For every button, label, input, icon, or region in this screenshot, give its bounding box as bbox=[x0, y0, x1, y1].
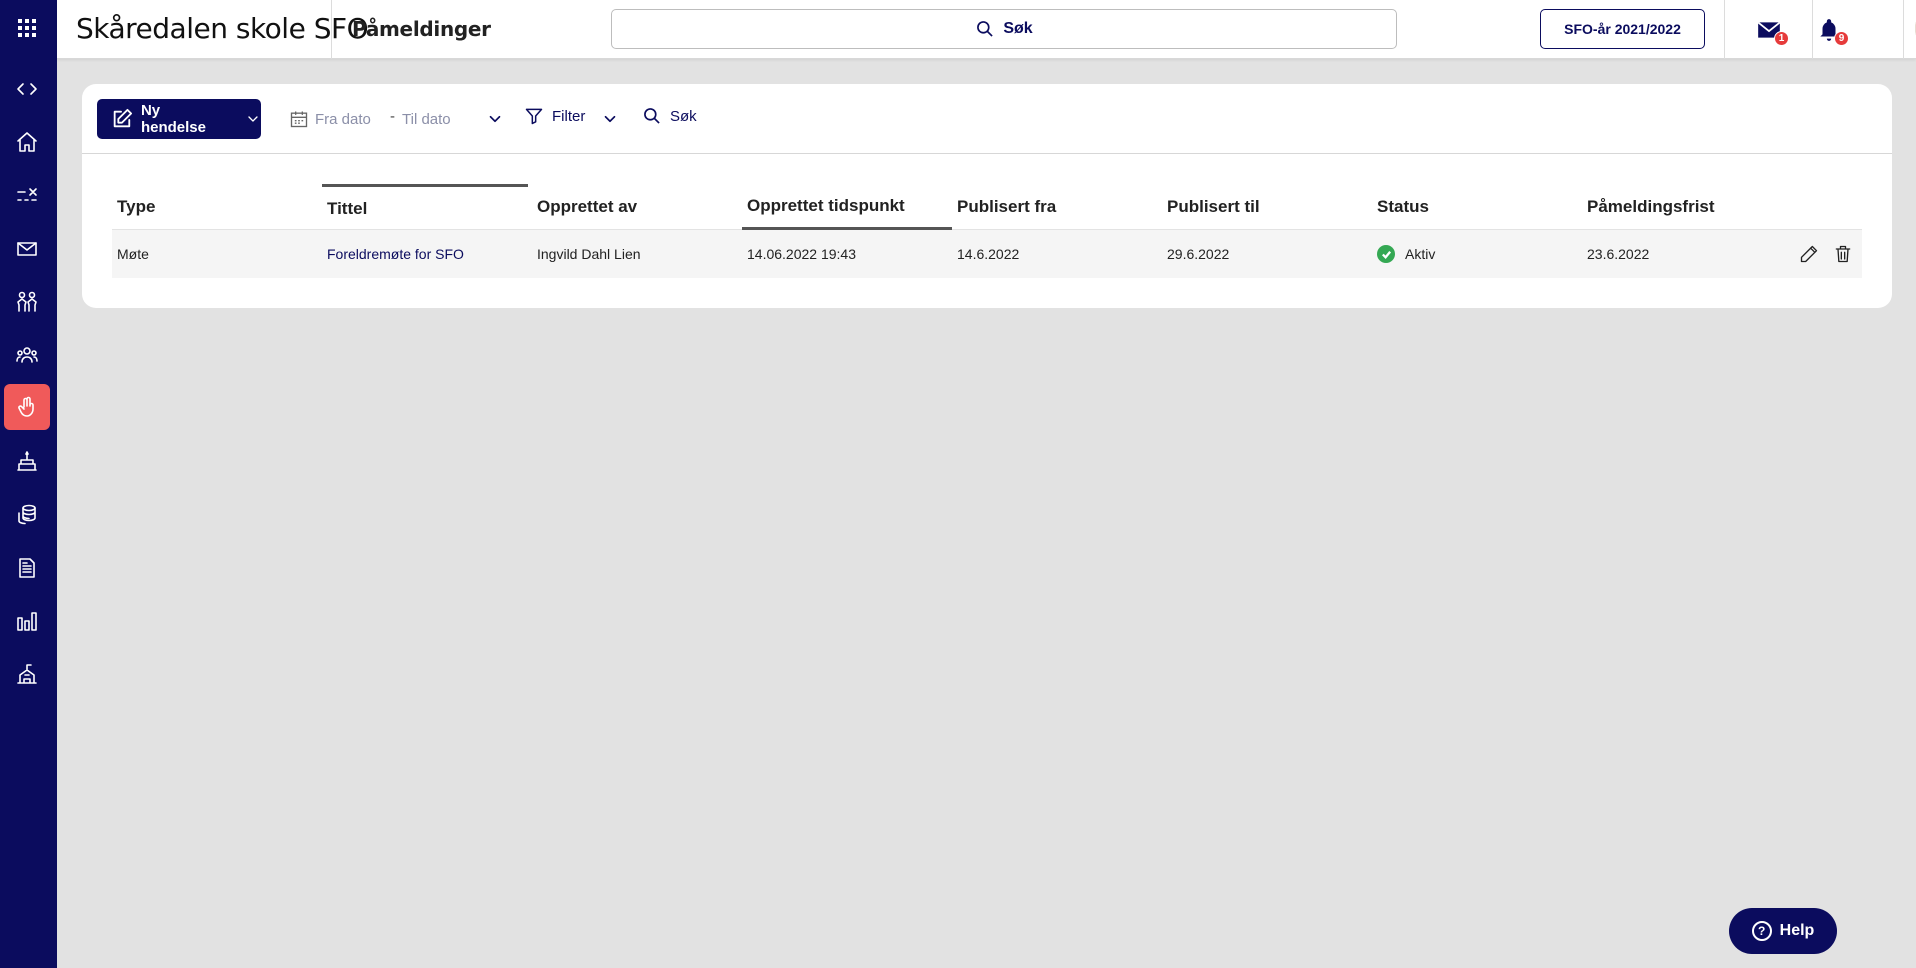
column-header-published-from[interactable]: Publisert fra bbox=[952, 184, 1157, 230]
sidebar-item-reports[interactable] bbox=[4, 598, 50, 644]
sidebar-item-school[interactable] bbox=[4, 651, 50, 697]
search-icon bbox=[644, 108, 660, 124]
notifications-badge: 9 bbox=[1834, 31, 1849, 46]
table-row[interactable]: Møte Foreldremøte for SFO Ingvild Dahl L… bbox=[112, 230, 1862, 278]
column-header-created-at[interactable]: Opprettet tidspunkt bbox=[742, 184, 952, 230]
bar-chart-icon bbox=[17, 612, 37, 631]
top-header: Skåredalen skole SFO Påmeldinger Søk SFO… bbox=[57, 0, 1916, 59]
column-header-created-by[interactable]: Opprettet av bbox=[532, 184, 737, 230]
header-divider bbox=[1903, 0, 1904, 59]
cell-published-to: 29.6.2022 bbox=[1167, 246, 1230, 262]
sidebar-item-groups[interactable] bbox=[4, 332, 50, 378]
column-header-published-to[interactable]: Publisert til bbox=[1162, 184, 1367, 230]
column-header-type[interactable]: Type bbox=[112, 184, 317, 230]
calendar-icon bbox=[289, 109, 309, 129]
messages-badge: 1 bbox=[1774, 31, 1789, 46]
table-header-row: Type Tittel Opprettet av Opprettet tidsp… bbox=[112, 184, 1862, 230]
filter-button[interactable]: Filter bbox=[524, 106, 585, 126]
mail-icon bbox=[17, 242, 37, 256]
cell-status: Aktiv bbox=[1372, 230, 1435, 278]
sidebar-item-events[interactable] bbox=[4, 438, 50, 484]
sidebar-item-payments[interactable] bbox=[4, 491, 50, 537]
column-header-status[interactable]: Status bbox=[1372, 184, 1577, 230]
registrations-table: Type Tittel Opprettet av Opprettet tidsp… bbox=[112, 184, 1862, 278]
global-search-label: Søk bbox=[1003, 20, 1033, 37]
organization-name: Skåredalen skole SFO bbox=[76, 12, 369, 45]
delete-button[interactable] bbox=[1831, 242, 1855, 266]
document-icon bbox=[19, 558, 35, 578]
column-header-title[interactable]: Tittel bbox=[322, 184, 528, 230]
date-range-dropdown[interactable] bbox=[486, 110, 504, 128]
sidebar-item-home[interactable] bbox=[4, 119, 50, 165]
sidebar bbox=[0, 0, 57, 968]
column-header-deadline[interactable]: Påmeldingsfrist bbox=[1582, 184, 1802, 230]
filter-dropdown[interactable] bbox=[601, 110, 619, 128]
sidebar-item-messages[interactable] bbox=[4, 226, 50, 272]
sidebar-item-children[interactable] bbox=[4, 279, 50, 325]
check-circle-icon bbox=[1377, 245, 1395, 263]
filter-label: Filter bbox=[552, 107, 586, 125]
home-icon bbox=[17, 132, 37, 152]
chevron-down-icon bbox=[604, 115, 616, 123]
from-date-input[interactable] bbox=[315, 109, 395, 129]
expand-sidebar-button[interactable] bbox=[4, 66, 50, 112]
question-icon: ? bbox=[1751, 921, 1772, 941]
chevron-down-icon bbox=[489, 115, 501, 123]
children-icon bbox=[17, 291, 37, 312]
global-search-input[interactable]: Søk bbox=[611, 9, 1397, 49]
header-divider bbox=[1724, 0, 1725, 59]
search-icon bbox=[977, 21, 994, 37]
pencil-icon bbox=[1800, 245, 1818, 263]
raised-hand-icon bbox=[18, 396, 34, 417]
notifications-button[interactable]: 9 bbox=[1813, 14, 1849, 46]
filter-icon bbox=[525, 108, 543, 125]
edit-button[interactable] bbox=[1797, 242, 1821, 266]
trash-icon bbox=[1835, 245, 1851, 263]
grid-icon bbox=[18, 19, 36, 37]
search-label: Søk bbox=[670, 107, 697, 125]
status-label: Aktiv bbox=[1405, 246, 1436, 262]
date-range-separator: - bbox=[390, 108, 395, 125]
page-title: Påmeldinger bbox=[352, 17, 491, 41]
toolbar: Ny hendelse - Filter Søk bbox=[82, 84, 1892, 154]
coins-icon bbox=[18, 504, 36, 525]
groups-icon bbox=[16, 347, 38, 363]
sidebar-item-registrations[interactable] bbox=[4, 384, 50, 430]
event-title-link[interactable]: Foreldremøte for SFO bbox=[327, 246, 464, 262]
header-divider bbox=[331, 0, 332, 59]
help-button[interactable]: ? Help bbox=[1729, 908, 1837, 954]
expand-code-icon bbox=[17, 83, 37, 95]
search-button[interactable]: Søk bbox=[642, 106, 697, 126]
cell-type: Møte bbox=[117, 246, 149, 262]
edit-note-icon bbox=[113, 108, 133, 128]
attendance-icon bbox=[17, 188, 37, 201]
sidebar-item-attendance[interactable] bbox=[4, 173, 50, 219]
cake-icon bbox=[17, 451, 37, 471]
to-date-input[interactable] bbox=[402, 109, 492, 129]
cell-created-by: Ingvild Dahl Lien bbox=[537, 246, 641, 262]
new-event-label: Ny hendelse bbox=[140, 102, 206, 136]
cell-created-at: 14.06.2022 19:43 bbox=[747, 246, 856, 262]
sidebar-item-documents[interactable] bbox=[4, 545, 50, 591]
school-icon bbox=[17, 664, 37, 684]
chevron-down-icon bbox=[248, 116, 258, 122]
app-grid-button[interactable] bbox=[4, 5, 50, 51]
new-event-button[interactable]: Ny hendelse bbox=[97, 99, 261, 139]
school-year-button[interactable]: SFO-år 2021/2022 bbox=[1540, 9, 1705, 49]
cell-published-from: 14.6.2022 bbox=[957, 246, 1020, 262]
registrations-card: Ny hendelse - Filter Søk Type Tittel Opp… bbox=[82, 84, 1892, 308]
help-label: Help bbox=[1779, 922, 1815, 939]
cell-deadline: 23.6.2022 bbox=[1587, 246, 1650, 262]
messages-button[interactable]: 1 bbox=[1753, 14, 1789, 46]
